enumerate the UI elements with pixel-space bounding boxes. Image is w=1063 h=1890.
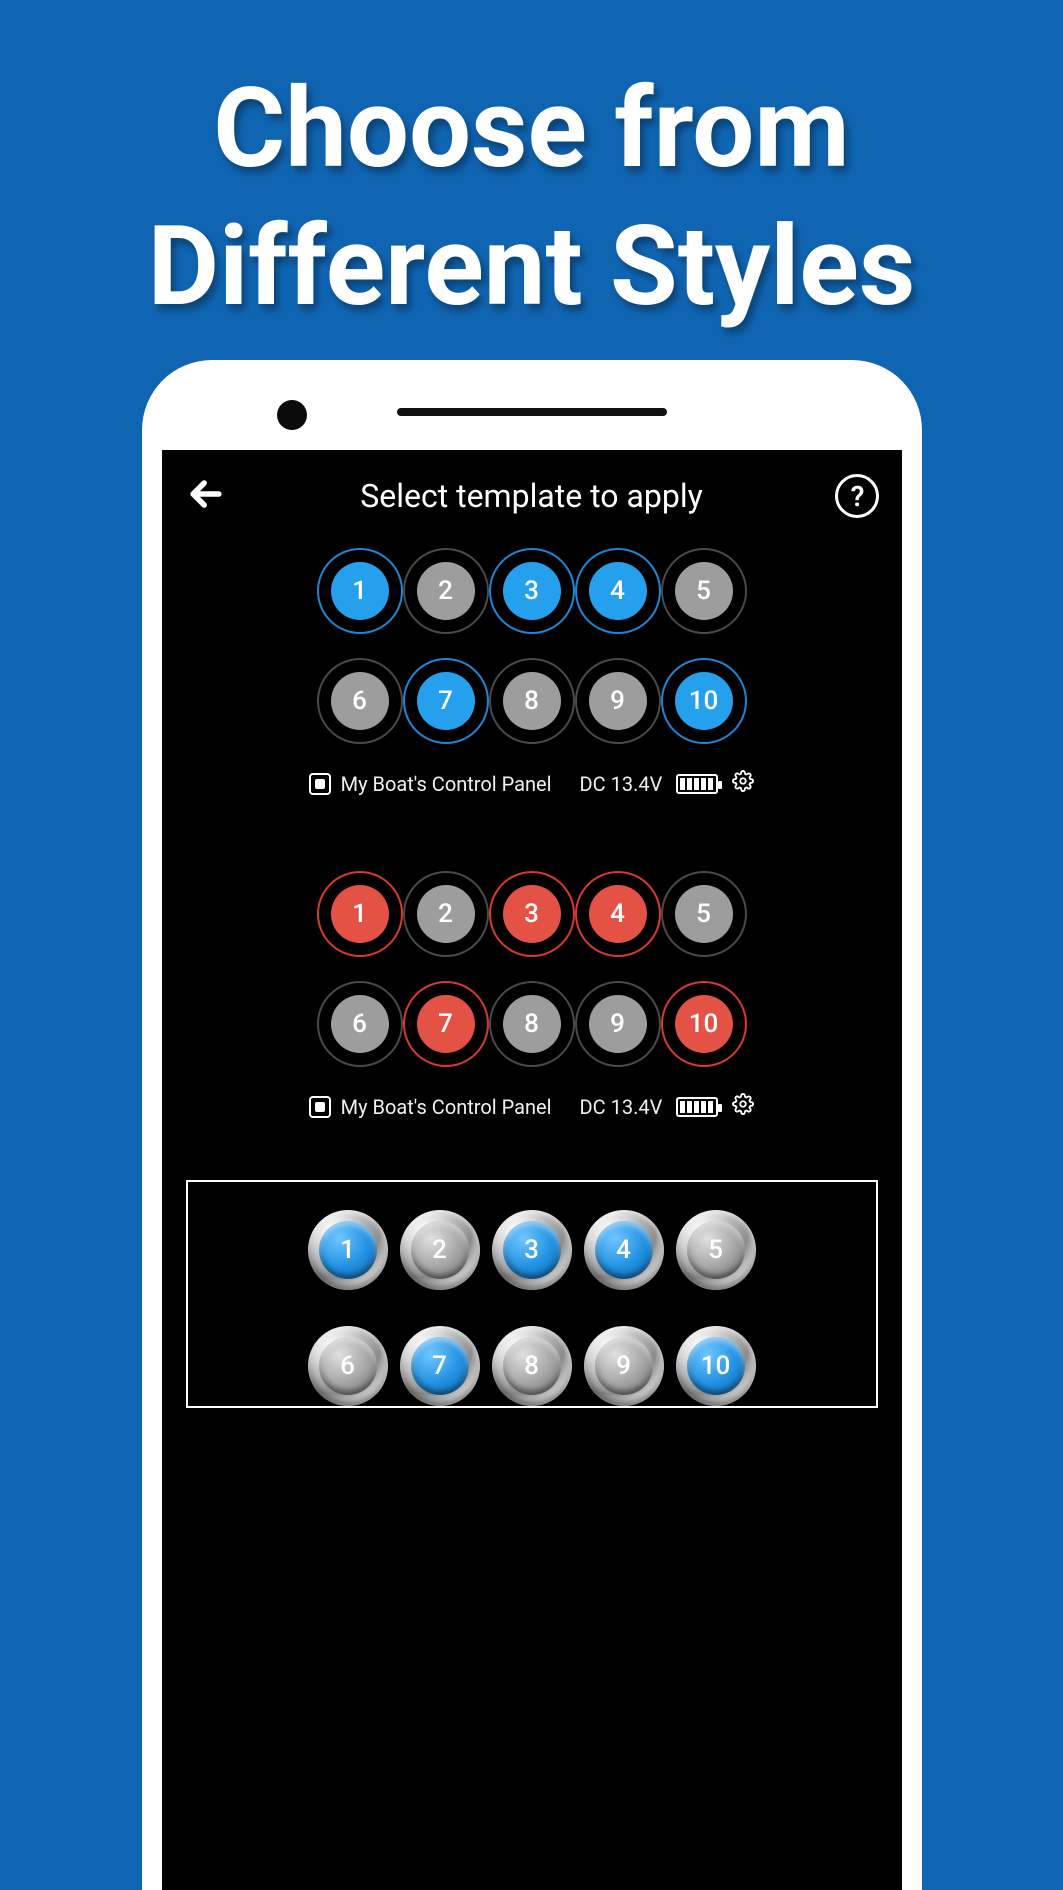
switch-button[interactable]: 7 bbox=[400, 1326, 480, 1406]
template-option-flat-blue[interactable]: 1 2 3 4 5 6 7 8 9 10 My Boat's Control P… bbox=[178, 538, 886, 827]
switch-button[interactable]: 3 bbox=[495, 877, 569, 951]
switch-button[interactable]: 6 bbox=[308, 1326, 388, 1406]
panel-label: My Boat's Control Panel bbox=[341, 1095, 552, 1119]
switch-button[interactable]: 2 bbox=[409, 554, 483, 628]
switch-button[interactable]: 5 bbox=[667, 877, 741, 951]
promo-heading: Choose from Different Styles bbox=[0, 0, 1063, 375]
switch-button[interactable]: 9 bbox=[581, 664, 655, 738]
switch-button[interactable]: 10 bbox=[676, 1326, 756, 1406]
switch-button[interactable]: 7 bbox=[409, 987, 483, 1061]
switch-button[interactable]: 1 bbox=[308, 1210, 388, 1290]
switch-button[interactable]: 3 bbox=[492, 1210, 572, 1290]
battery-icon bbox=[676, 1097, 718, 1117]
screen-title: Select template to apply bbox=[360, 477, 703, 515]
switch-button[interactable]: 7 bbox=[409, 664, 483, 738]
status-row: My Boat's Control Panel DC 13.4V bbox=[178, 1081, 886, 1120]
panel-icon bbox=[309, 773, 331, 795]
phone-bezel bbox=[162, 390, 902, 450]
gear-icon[interactable] bbox=[732, 1093, 754, 1120]
switch-button[interactable]: 5 bbox=[667, 554, 741, 628]
phone-frame: Select template to apply ? 1 2 3 4 5 6 7… bbox=[142, 360, 922, 1890]
switch-button[interactable]: 8 bbox=[492, 1326, 572, 1406]
panel-icon bbox=[309, 1096, 331, 1118]
switch-button[interactable]: 2 bbox=[409, 877, 483, 951]
switch-button[interactable]: 10 bbox=[667, 664, 741, 738]
switch-button[interactable]: 2 bbox=[400, 1210, 480, 1290]
status-row: My Boat's Control Panel DC 13.4V bbox=[178, 758, 886, 797]
template-option-metal[interactable]: 1 2 3 4 5 6 7 8 9 10 bbox=[186, 1180, 878, 1408]
switch-button[interactable]: 10 bbox=[667, 987, 741, 1061]
switch-button[interactable]: 1 bbox=[323, 554, 397, 628]
phone-camera bbox=[277, 400, 307, 430]
topbar: Select template to apply ? bbox=[178, 472, 886, 538]
switch-button[interactable]: 9 bbox=[581, 987, 655, 1061]
switch-button[interactable]: 4 bbox=[581, 877, 655, 951]
voltage-label: DC 13.4V bbox=[580, 1095, 663, 1119]
panel-label: My Boat's Control Panel bbox=[341, 772, 552, 796]
switch-button[interactable]: 5 bbox=[676, 1210, 756, 1290]
switch-button[interactable]: 9 bbox=[584, 1326, 664, 1406]
battery-icon bbox=[676, 774, 718, 794]
voltage-label: DC 13.4V bbox=[580, 772, 663, 796]
app-screen: Select template to apply ? 1 2 3 4 5 6 7… bbox=[162, 450, 902, 1890]
gear-icon[interactable] bbox=[732, 770, 754, 797]
switch-button[interactable]: 8 bbox=[495, 664, 569, 738]
switch-button[interactable]: 4 bbox=[584, 1210, 664, 1290]
back-icon[interactable] bbox=[184, 472, 228, 520]
switch-button[interactable]: 1 bbox=[323, 877, 397, 951]
help-icon[interactable]: ? bbox=[835, 474, 879, 518]
template-option-flat-red[interactable]: 1 2 3 4 5 6 7 8 9 10 My Boat's Control P… bbox=[178, 827, 886, 1150]
switch-button[interactable]: 3 bbox=[495, 554, 569, 628]
phone-speaker bbox=[397, 408, 667, 416]
switch-button[interactable]: 6 bbox=[323, 664, 397, 738]
switch-button[interactable]: 8 bbox=[495, 987, 569, 1061]
switch-button[interactable]: 6 bbox=[323, 987, 397, 1061]
switch-button[interactable]: 4 bbox=[581, 554, 655, 628]
